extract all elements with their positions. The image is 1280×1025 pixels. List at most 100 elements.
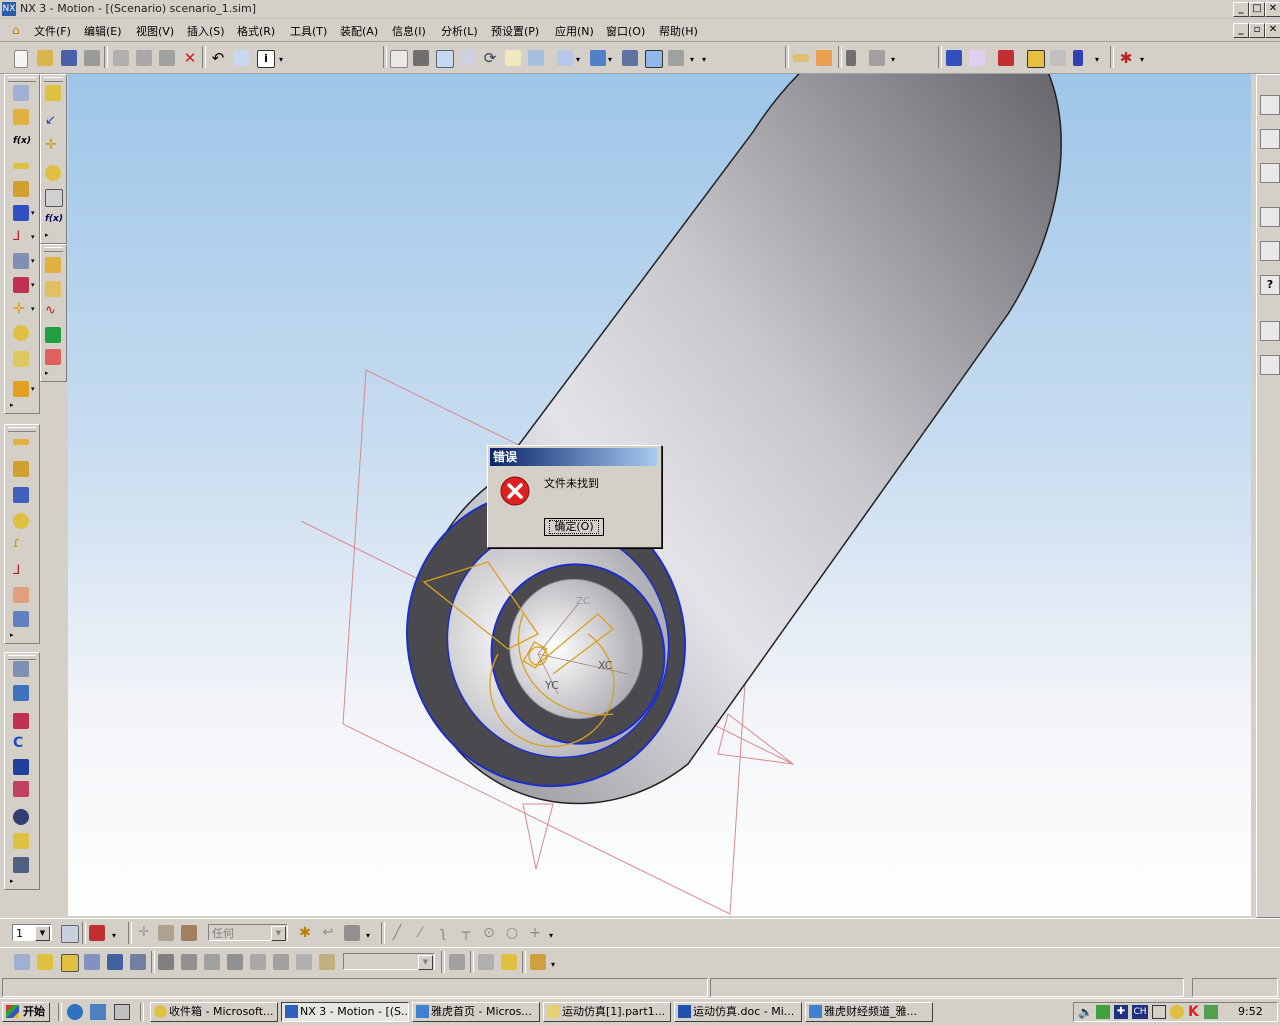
filter-icon[interactable]: [89, 925, 105, 941]
layer-settings-icon[interactable]: [946, 50, 962, 66]
menu-information[interactable]: 信息(I): [392, 23, 426, 39]
plane-icon[interactable]: [45, 189, 63, 207]
section-icon[interactable]: [13, 661, 29, 677]
taskbar-item-nx[interactable]: NX 3 - Motion - [(S...: [281, 1002, 409, 1022]
help-icon[interactable]: ?: [1260, 275, 1280, 295]
function-icon[interactable]: f(x): [13, 133, 31, 149]
layer-settings-button-icon[interactable]: [61, 925, 79, 943]
zoom-window-icon[interactable]: [413, 50, 429, 66]
background-icon[interactable]: [668, 50, 684, 66]
doc-restore-button[interactable]: ▫: [1249, 23, 1265, 38]
menu-preferences[interactable]: 预设置(P): [491, 23, 539, 39]
palette3-more-icon[interactable]: ▸: [45, 369, 49, 377]
new-file-icon[interactable]: [14, 50, 28, 68]
filter-dropdown-icon[interactable]: ▾: [112, 931, 116, 940]
existing-point-snap-icon[interactable]: +: [527, 925, 543, 941]
outlook-quicklaunch-icon[interactable]: [90, 1004, 106, 1020]
minimize-button[interactable]: _: [1233, 2, 1249, 17]
joint-icon[interactable]: [13, 163, 29, 169]
spline-icon[interactable]: ∿: [45, 303, 61, 319]
highlight-icon[interactable]: [1027, 50, 1045, 68]
edit-marker-icon[interactable]: [61, 954, 79, 972]
palette1-more-icon[interactable]: ▸: [10, 401, 14, 409]
display-dropdown-icon[interactable]: ▾: [690, 55, 694, 64]
trace-icon[interactable]: [13, 781, 29, 797]
package-options-icon[interactable]: [530, 954, 546, 970]
chevron-down-icon[interactable]: ▼: [271, 926, 286, 941]
palette4-more-icon[interactable]: ▸: [10, 631, 14, 639]
object-display-icon[interactable]: [1073, 50, 1083, 66]
palette5-more-icon[interactable]: ▸: [10, 877, 14, 885]
intersection-snap-icon[interactable]: ┬: [458, 925, 474, 941]
save-icon[interactable]: [61, 50, 77, 66]
start-button[interactable]: 开始: [2, 1002, 50, 1022]
perspective-icon[interactable]: [528, 50, 544, 66]
ok-button[interactable]: 确定(O): [544, 518, 604, 536]
antivirus-icon[interactable]: K: [1188, 1004, 1202, 1020]
palette2-more-icon[interactable]: ▸: [45, 231, 49, 239]
measure-distance-icon[interactable]: [296, 954, 312, 970]
snap-value-select[interactable]: ▼: [343, 953, 435, 970]
path-icon[interactable]: [13, 759, 29, 775]
motion-dropdown-icon[interactable]: ▾: [891, 55, 895, 64]
interference-icon[interactable]: [13, 809, 29, 825]
brush-icon[interactable]: [13, 685, 29, 701]
motion-navigator-icon[interactable]: [13, 85, 29, 101]
information-icon[interactable]: i: [257, 50, 275, 68]
work-layer-select[interactable]: 1 ▼: [12, 924, 52, 941]
force-dropdown-icon[interactable]: ▾: [31, 305, 35, 313]
network-icon[interactable]: [1096, 1005, 1110, 1019]
solution-icon[interactable]: [107, 954, 123, 970]
table-icon[interactable]: [45, 327, 61, 343]
contact-dropdown-icon[interactable]: ▾: [31, 385, 35, 393]
datum-icon[interactable]: [45, 165, 61, 181]
paste-icon[interactable]: [159, 50, 175, 66]
package-dropdown-icon[interactable]: ▾: [551, 960, 555, 969]
menu-window[interactable]: 窗口(O): [606, 23, 645, 39]
mid-point-snap-icon[interactable]: ⁄: [412, 925, 428, 941]
type-filter-select[interactable]: 任何 ▼: [208, 924, 288, 941]
motion-joint-icon[interactable]: [793, 54, 809, 62]
fit-view-icon[interactable]: [390, 50, 408, 68]
keyboard-icon[interactable]: [1152, 1005, 1166, 1019]
export-icon[interactable]: [13, 857, 29, 873]
circle-icon[interactable]: [13, 513, 29, 529]
hide-icon[interactable]: [998, 50, 1014, 66]
quick-pick-icon[interactable]: [344, 925, 360, 941]
menu-help[interactable]: 帮助(H): [659, 23, 698, 39]
damper-dropdown-icon[interactable]: ▾: [31, 281, 35, 289]
open-file-icon[interactable]: [37, 50, 53, 66]
snap-point-icon[interactable]: ✛: [136, 925, 152, 941]
cylinder-body[interactable]: [369, 74, 1062, 822]
shaded-with-edges-icon[interactable]: [622, 50, 638, 66]
menu-view[interactable]: 视图(V): [136, 23, 174, 39]
select-dropdown-icon[interactable]: ▾: [366, 931, 370, 940]
snap-dropdown-icon[interactable]: ▾: [549, 931, 553, 940]
fillet-icon[interactable]: ɾ: [13, 535, 29, 551]
menu-analysis[interactable]: 分析(L): [441, 23, 478, 39]
deselect-icon[interactable]: ↩: [320, 925, 336, 941]
marker-icon[interactable]: ⅃: [13, 229, 29, 245]
chevron-down-icon[interactable]: ▼: [35, 926, 50, 941]
solver-icon[interactable]: ✱: [1118, 50, 1134, 66]
utility-dropdown-icon[interactable]: ▾: [1095, 55, 1099, 64]
gear-dropdown-icon[interactable]: ▾: [31, 209, 35, 217]
assembly-navigator-icon[interactable]: [1260, 95, 1280, 115]
history-icon[interactable]: [1260, 321, 1280, 341]
ie-quicklaunch-icon[interactable]: [67, 1004, 83, 1020]
menu-assemblies[interactable]: 装配(A): [340, 23, 378, 39]
ime-toggle-icon[interactable]: ✚: [1114, 1005, 1128, 1019]
maximize-button[interactable]: □: [1249, 2, 1265, 17]
xy-graph-icon[interactable]: [45, 349, 61, 365]
show-desktop-icon[interactable]: [114, 1004, 130, 1020]
trace-results-icon[interactable]: [319, 954, 335, 970]
vector-icon[interactable]: ↙: [45, 113, 61, 129]
animate-icon[interactable]: [181, 954, 197, 970]
render-dropdown-icon[interactable]: ▾: [608, 55, 612, 64]
articulation-icon[interactable]: [158, 954, 174, 970]
export-results-icon[interactable]: [449, 954, 465, 970]
taskbar-item-word[interactable]: 运动仿真.doc - Mi...: [674, 1002, 802, 1022]
expression-icon[interactable]: f(x): [45, 211, 63, 227]
graph-results-icon[interactable]: [204, 954, 220, 970]
spreadsheet-icon[interactable]: [227, 954, 243, 970]
